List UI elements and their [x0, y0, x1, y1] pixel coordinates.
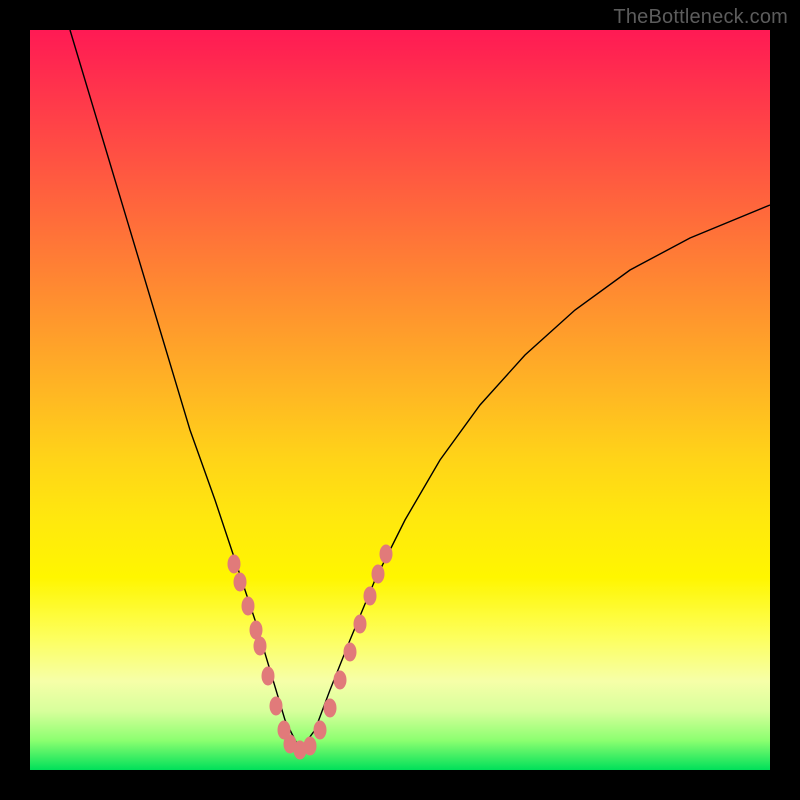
- highlight-dot: [270, 697, 282, 715]
- highlight-dot: [344, 643, 356, 661]
- highlight-dot: [234, 573, 246, 591]
- highlight-dot: [380, 545, 392, 563]
- highlight-dot: [324, 699, 336, 717]
- chart-frame: [30, 30, 770, 770]
- highlight-dot: [372, 565, 384, 583]
- highlight-dot: [254, 637, 266, 655]
- highlight-dot: [354, 615, 366, 633]
- chart-svg: [30, 30, 770, 770]
- highlight-dot: [262, 667, 274, 685]
- watermark-text: TheBottleneck.com: [613, 6, 788, 29]
- highlight-dot: [228, 555, 240, 573]
- highlight-dot: [314, 721, 326, 739]
- highlight-dots-group: [228, 545, 392, 759]
- bottleneck-curve: [70, 30, 770, 750]
- highlight-dot: [364, 587, 376, 605]
- highlight-dot: [304, 737, 316, 755]
- highlight-dot: [242, 597, 254, 615]
- highlight-dot: [334, 671, 346, 689]
- highlight-dot: [250, 621, 262, 639]
